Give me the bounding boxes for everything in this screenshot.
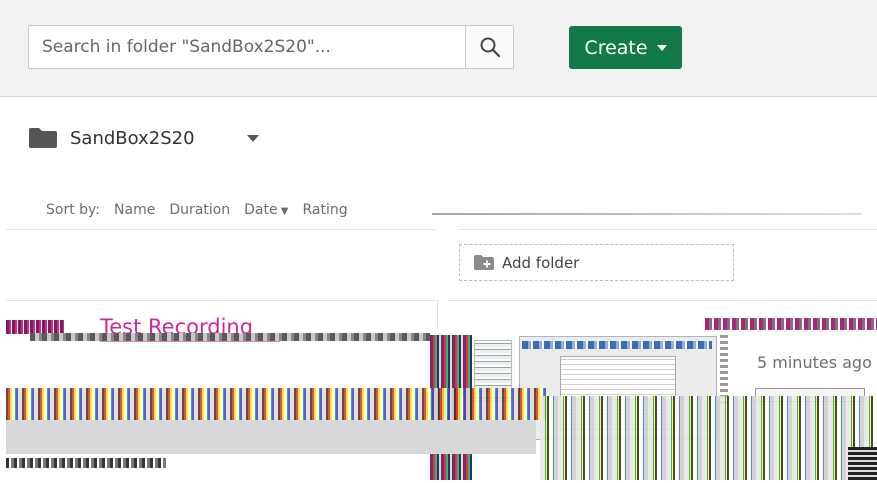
folder-plus-icon (474, 255, 494, 270)
search-button[interactable] (465, 26, 513, 68)
divider (437, 299, 438, 327)
render-artifact (6, 388, 546, 420)
render-artifact (848, 447, 877, 480)
divider (6, 229, 436, 230)
chevron-down-icon (656, 44, 667, 51)
create-button-label: Create (584, 36, 648, 59)
add-folder-label: Add folder (502, 253, 580, 272)
folder-icon (29, 128, 57, 148)
top-toolbar: Create (0, 0, 877, 97)
render-artifact (6, 420, 536, 454)
folder-header: SandBox2S20 (28, 121, 259, 155)
recording-time-ago: 5 minutes ago (757, 353, 872, 372)
render-artifact (522, 341, 712, 349)
render-artifact (6, 458, 166, 468)
search-box (28, 25, 514, 69)
add-folder-button[interactable]: Add folder (459, 244, 734, 281)
render-artifact (540, 396, 877, 480)
folder-dropdown-icon[interactable] (246, 134, 259, 142)
search-icon (480, 37, 500, 58)
sort-bar-rule (432, 213, 862, 215)
divider (448, 300, 877, 301)
render-artifact (30, 333, 430, 341)
sort-label: Sort by: (46, 202, 101, 218)
search-input[interactable] (29, 26, 465, 68)
render-artifact (705, 318, 877, 330)
render-artifact (6, 320, 64, 334)
divider (6, 300, 436, 301)
divider (458, 229, 877, 230)
sort-bar: Sort by: Name Duration Date Rating (46, 199, 348, 221)
folder-name: SandBox2S20 (70, 127, 195, 149)
sort-option-rating[interactable]: Rating (303, 202, 348, 218)
sort-option-duration[interactable]: Duration (169, 202, 230, 218)
sort-option-date[interactable]: Date (244, 202, 288, 218)
create-button[interactable]: Create (569, 26, 682, 69)
sort-option-name[interactable]: Name (114, 202, 155, 218)
render-artifact (720, 334, 728, 404)
